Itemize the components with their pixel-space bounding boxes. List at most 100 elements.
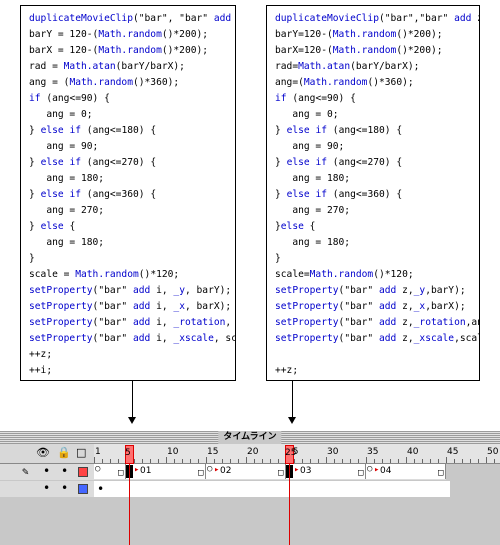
ruler-number: 1 bbox=[95, 447, 101, 457]
ruler-number: 10 bbox=[167, 447, 179, 457]
ruler-tick bbox=[342, 459, 343, 463]
ruler-tick bbox=[254, 459, 255, 463]
ruler-tick bbox=[358, 459, 359, 463]
code-line: ang = (Math.random()*360); bbox=[29, 77, 180, 88]
ruler-number: 30 bbox=[327, 447, 339, 457]
keyframe-circle: ○ bbox=[367, 464, 373, 474]
ruler-tick bbox=[438, 459, 439, 463]
code-line: } bbox=[29, 253, 35, 264]
layer-row-2[interactable]: • • • bbox=[0, 481, 500, 497]
frame-label: 02 bbox=[220, 466, 232, 476]
ruler-tick bbox=[110, 459, 111, 463]
visibility-dot[interactable]: • bbox=[43, 464, 50, 478]
ruler-tick bbox=[294, 459, 295, 463]
code-line: barY=120-(Math.random()*200); bbox=[275, 29, 443, 40]
end-frame-marker: □ bbox=[198, 468, 204, 478]
end-frame-marker: □ bbox=[438, 468, 444, 478]
ruler-tick bbox=[238, 459, 239, 463]
ruler-tick bbox=[158, 459, 159, 463]
ruler-number: 15 bbox=[207, 447, 219, 457]
ruler-tick bbox=[326, 457, 327, 463]
code-line: ++z; bbox=[275, 365, 299, 376]
ruler-tick bbox=[486, 457, 487, 463]
code-line: if (ang<=90) { bbox=[275, 93, 356, 104]
keyframe-circle: ○ bbox=[95, 464, 101, 474]
left-arrow-line bbox=[132, 381, 133, 417]
ruler-tick bbox=[270, 459, 271, 463]
right-arrow-line bbox=[292, 381, 293, 417]
code-line: ++i; bbox=[29, 365, 53, 376]
ruler-tick bbox=[334, 459, 335, 463]
code-line: barX = 120-(Math.random()*200); bbox=[29, 45, 209, 56]
code-line: ang = 180; bbox=[275, 237, 351, 248]
ruler-number: 50 bbox=[487, 447, 499, 457]
timeline-empty-area bbox=[0, 498, 500, 545]
ruler-number: 35 bbox=[367, 447, 379, 457]
code-line: if (ang<=90) { bbox=[29, 93, 110, 104]
ruler-tick bbox=[374, 459, 375, 463]
ruler-tick bbox=[94, 457, 95, 463]
ruler-tick bbox=[198, 459, 199, 463]
code-line: ang = 270; bbox=[29, 205, 105, 216]
frame-label: 01 bbox=[140, 466, 152, 476]
layer-row-1[interactable]: ✎ • • ○□○□○□○□○□▸01▸02▸03▸04 bbox=[0, 464, 500, 480]
ruler-tick bbox=[174, 459, 175, 463]
code-line: setProperty("bar" add i, _x, barX); bbox=[29, 301, 232, 312]
ruler-tick bbox=[150, 459, 151, 463]
outline-square-icon[interactable]: □ bbox=[76, 447, 86, 459]
ruler-tick bbox=[462, 459, 463, 463]
code-line: ang = 0; bbox=[275, 109, 339, 120]
ruler-tick bbox=[406, 457, 407, 463]
code-line: barY = 120-(Math.random()*200); bbox=[29, 29, 209, 40]
eye-icon[interactable]: 👁 bbox=[36, 447, 50, 459]
ruler-tick bbox=[302, 459, 303, 463]
code-line: rad=Math.atan(barY/barX); bbox=[275, 61, 420, 72]
ruler-tick bbox=[222, 459, 223, 463]
frame-ruler[interactable]: 15101520253035404550 bbox=[94, 444, 500, 463]
lock-icon[interactable]: 🔒 bbox=[57, 447, 71, 459]
code-line: ang = 90; bbox=[275, 141, 345, 152]
frame-label: 03 bbox=[300, 466, 312, 476]
visibility-dot[interactable]: • bbox=[43, 481, 50, 495]
code-line: }else { bbox=[275, 221, 316, 232]
ruler-number: 20 bbox=[247, 447, 259, 457]
layer-2-frames[interactable]: • bbox=[94, 481, 500, 497]
right-code-panel: duplicateMovieClip("bar","bar" add z,z);… bbox=[266, 5, 480, 381]
lock-dot[interactable]: • bbox=[61, 481, 68, 495]
ruler-number: 40 bbox=[407, 447, 419, 457]
lock-dot[interactable]: • bbox=[61, 464, 68, 478]
code-line: ang = 90; bbox=[29, 141, 99, 152]
layer-color-swatch[interactable] bbox=[78, 467, 88, 477]
ruler-tick bbox=[366, 457, 367, 463]
code-line: ang = 0; bbox=[29, 109, 93, 120]
code-line: ang = 180; bbox=[275, 173, 351, 184]
layer-1-frames[interactable]: ○□○□○□○□○□▸01▸02▸03▸04 bbox=[94, 464, 500, 480]
ruler-tick bbox=[190, 459, 191, 463]
frame-label: 04 bbox=[380, 466, 392, 476]
frame-label-flag: ▸ bbox=[374, 465, 380, 475]
left-arrow-head bbox=[128, 417, 136, 424]
code-line: } else if (ang<=270) { bbox=[275, 157, 403, 168]
code-line: scale = Math.random()*120; bbox=[29, 269, 180, 280]
code-line: duplicateMovieClip("bar", "bar" add i, z… bbox=[29, 13, 232, 24]
keyframe-circle: ○ bbox=[207, 464, 213, 474]
ruler-tick bbox=[390, 459, 391, 463]
code-line: } else if (ang<=270) { bbox=[29, 157, 157, 168]
ruler-tick bbox=[206, 457, 207, 463]
layer-color-swatch[interactable] bbox=[78, 484, 88, 494]
code-line: setProperty("bar" add i, _y, barY); bbox=[29, 285, 232, 296]
timeline-titlebar[interactable]: タイムライン bbox=[0, 430, 500, 444]
code-line: } bbox=[275, 253, 281, 264]
timeline-title: タイムライン bbox=[218, 431, 282, 444]
pencil-icon[interactable]: ✎ bbox=[22, 465, 29, 478]
ruler-tick bbox=[350, 459, 351, 463]
frame-label-flag: ▸ bbox=[214, 465, 220, 475]
empty-frames bbox=[450, 481, 500, 497]
ruler-tick bbox=[454, 459, 455, 463]
code-line: setProperty("bar" add z,_xscale,scale); bbox=[275, 333, 479, 344]
playhead-frame-number: 5 bbox=[125, 448, 131, 458]
code-line: rad = Math.atan(barY/barX); bbox=[29, 61, 185, 72]
ruler-tick bbox=[422, 459, 423, 463]
code-line: ++z; bbox=[29, 349, 53, 360]
